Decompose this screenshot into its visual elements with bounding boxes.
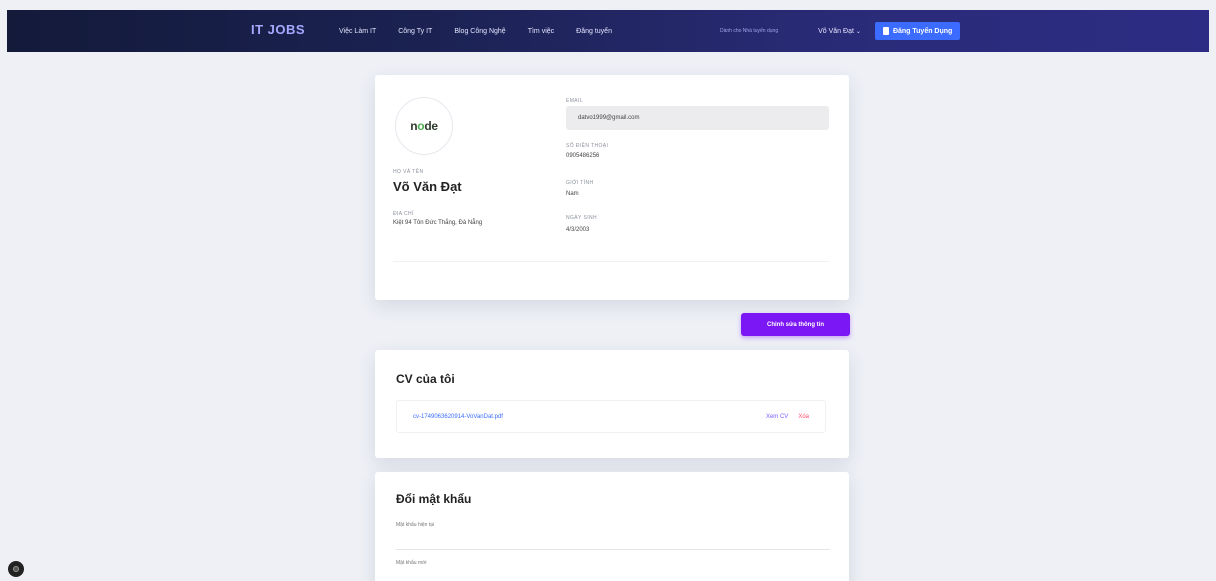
divider — [393, 261, 829, 262]
post-job-button[interactable]: Đăng Tuyển Dụng — [874, 22, 961, 40]
phone-label: Số điện thoại — [566, 143, 609, 149]
post-job-label: Đăng Tuyển Dụng — [892, 27, 953, 35]
top-navbar: IT JOBS Việc Làm IT Công Ty IT Blog Công… — [7, 10, 1209, 52]
employer-link[interactable]: Dành cho Nhà tuyển dụng — [720, 28, 778, 34]
main-nav: Việc Làm IT Công Ty IT Blog Công Nghệ Tì… — [339, 10, 634, 52]
profile-card: node Họ và tên Võ Văn Đạt Địa chỉ Kiệt 9… — [375, 75, 849, 300]
user-dropdown[interactable]: Võ Văn Đạt ⌄ — [818, 28, 861, 35]
company-logo-icon: node — [410, 119, 438, 133]
cv-list-item: cv-1749063620914-VoVanDat.pdf Xem CV Xóa — [396, 400, 826, 433]
site-logo[interactable]: IT JOBS — [251, 22, 305, 37]
current-password-input[interactable] — [396, 549, 830, 550]
cv-section-title: CV của tôi — [396, 372, 455, 386]
cv-card: CV của tôi cv-1749063620914-VoVanDat.pdf… — [375, 350, 849, 458]
profile-address: Kiệt 94 Tôn Đức Thắng, Đà Nẵng — [393, 220, 483, 226]
gender-value: Nam — [566, 191, 579, 197]
change-password-title: Đổi mật khẩu — [396, 492, 472, 506]
chevron-down-icon: ⌄ — [855, 28, 861, 35]
floating-chat-button[interactable] — [8, 561, 24, 577]
email-label: Email — [566, 98, 584, 104]
change-password-card: Đổi mật khẩu Mật khẩu hiện tại Mật khẩu … — [375, 472, 849, 581]
gender-label: Giới tính — [566, 180, 594, 186]
nav-item-companies[interactable]: Công Ty IT — [398, 28, 432, 35]
new-password-label: Mật khẩu mới — [396, 560, 427, 566]
nav-item-post[interactable]: Đăng tuyển — [576, 28, 612, 35]
delete-cv-button[interactable]: Xóa — [798, 414, 809, 420]
email-field: datvo1999@gmail.com — [566, 106, 829, 130]
nav-item-blog[interactable]: Blog Công Nghệ — [454, 28, 505, 35]
dob-value: 4/3/2003 — [566, 227, 590, 233]
nav-right: Dành cho Nhà tuyển dụng Võ Văn Đạt ⌄ Đăng… — [720, 10, 961, 52]
chat-icon — [13, 566, 19, 572]
edit-profile-button[interactable]: Chỉnh sửa thông tin — [741, 313, 850, 336]
profile-name: Võ Văn Đạt — [393, 179, 462, 194]
name-label: Họ và tên — [393, 169, 424, 175]
phone-value: 0905486256 — [566, 153, 600, 159]
view-cv-button[interactable]: Xem CV — [766, 414, 788, 420]
nav-item-jobs[interactable]: Việc Làm IT — [339, 28, 376, 35]
current-password-label: Mật khẩu hiện tại — [396, 522, 435, 528]
avatar: node — [395, 97, 453, 155]
dob-label: Ngày sinh — [566, 215, 598, 221]
document-icon — [882, 27, 889, 35]
nav-item-find-job[interactable]: Tìm việc — [528, 28, 554, 35]
user-name: Võ Văn Đạt — [818, 27, 854, 35]
cv-file-link[interactable]: cv-1749063620914-VoVanDat.pdf — [413, 414, 503, 420]
address-label: Địa chỉ — [393, 211, 414, 217]
cv-actions: Xem CV Xóa — [766, 414, 809, 420]
